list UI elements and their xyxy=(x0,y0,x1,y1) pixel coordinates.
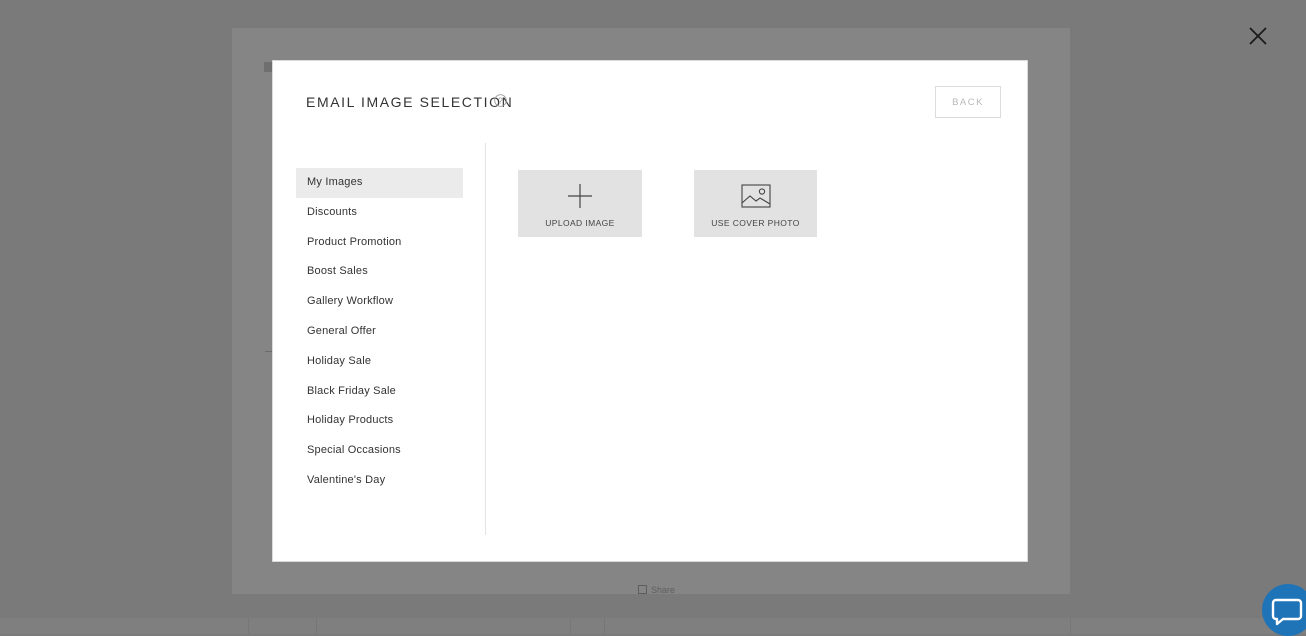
upload-image-label: UPLOAD IMAGE xyxy=(545,218,615,228)
strip-divider xyxy=(316,618,317,634)
use-cover-photo-label: USE COVER PHOTO xyxy=(711,218,800,228)
strip-divider xyxy=(248,618,249,634)
sidebar-item-general-offer[interactable]: General Offer xyxy=(296,317,463,347)
sidebar-item-boost-sales[interactable]: Boost Sales xyxy=(296,257,463,287)
strip-divider xyxy=(604,618,605,634)
underlying-bottom-strip xyxy=(0,618,1306,634)
strip-divider xyxy=(570,618,571,634)
email-image-selection-modal: EMAIL IMAGE SELECTION ? BACK My Images D… xyxy=(272,60,1028,562)
sidebar-item-my-images[interactable]: My Images xyxy=(296,168,463,198)
share-icon xyxy=(638,585,647,594)
modal-title: EMAIL IMAGE SELECTION xyxy=(306,94,514,110)
close-icon xyxy=(1249,27,1267,45)
svg-text:?: ? xyxy=(498,96,503,105)
category-sidebar: My Images Discounts Product Promotion Bo… xyxy=(296,168,463,496)
strip-divider xyxy=(1070,618,1071,634)
plus-icon xyxy=(568,184,592,208)
image-icon xyxy=(740,184,771,208)
sidebar-item-gallery-workflow[interactable]: Gallery Workflow xyxy=(296,287,463,317)
sidebar-item-black-friday-sale[interactable]: Black Friday Sale xyxy=(296,377,463,407)
sidebar-item-holiday-sale[interactable]: Holiday Sale xyxy=(296,347,463,377)
sidebar-item-product-promotion[interactable]: Product Promotion xyxy=(296,228,463,258)
underlying-footer: Share xyxy=(638,585,675,595)
sidebar-item-valentines-day[interactable]: Valentine's Day xyxy=(296,466,463,496)
sidebar-item-discounts[interactable]: Discounts xyxy=(296,198,463,228)
question-circle-icon[interactable]: ? xyxy=(494,94,507,107)
underlying-footer-text: Share xyxy=(651,585,676,595)
panel-divider xyxy=(485,143,486,535)
underlying-page-glyph xyxy=(264,62,272,72)
use-cover-photo-tile[interactable]: USE COVER PHOTO xyxy=(694,170,817,237)
chat-bubble-icon xyxy=(1271,598,1303,626)
upload-image-tile[interactable]: UPLOAD IMAGE xyxy=(518,170,642,237)
back-button[interactable]: BACK xyxy=(935,86,1001,118)
sidebar-item-special-occasions[interactable]: Special Occasions xyxy=(296,436,463,466)
sidebar-item-holiday-products[interactable]: Holiday Products xyxy=(296,406,463,436)
chat-widget-button[interactable] xyxy=(1262,584,1306,636)
close-overlay-button[interactable] xyxy=(1246,24,1270,48)
